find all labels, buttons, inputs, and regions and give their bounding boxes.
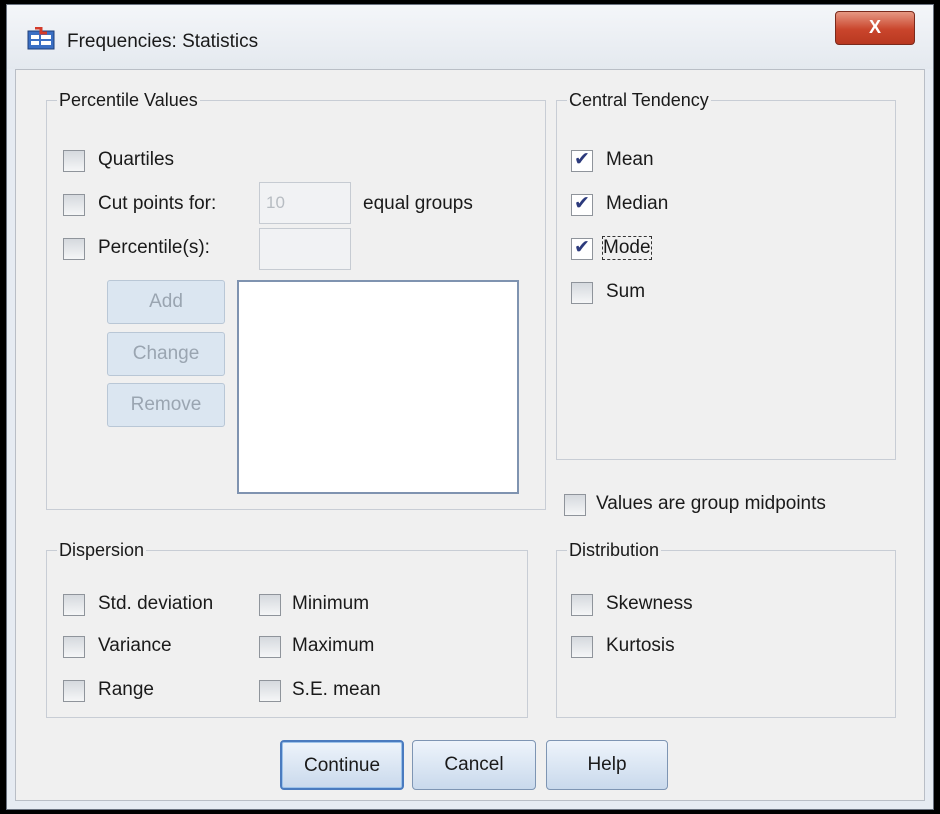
remove-button[interactable]: Remove <box>107 383 225 427</box>
kurtosis-label[interactable]: Kurtosis <box>606 635 675 657</box>
se-mean-label[interactable]: S.E. mean <box>292 679 381 701</box>
variance-label[interactable]: Variance <box>98 635 172 657</box>
add-button[interactable]: Add <box>107 280 225 324</box>
title-bar[interactable]: Frequencies: Statistics X <box>7 5 933 69</box>
kurtosis-checkbox[interactable] <box>571 636 593 658</box>
help-button[interactable]: Help <box>546 740 668 790</box>
distribution-legend: Distribution <box>569 540 660 560</box>
cut-points-label[interactable]: Cut points for: <box>98 193 216 215</box>
minimum-checkbox[interactable] <box>259 594 281 616</box>
window-title: Frequencies: Statistics <box>67 31 259 52</box>
variance-checkbox[interactable] <box>63 636 85 658</box>
app-icon <box>27 27 55 50</box>
dispersion-legend: Dispersion <box>59 540 145 560</box>
skewness-label[interactable]: Skewness <box>606 593 693 615</box>
sum-checkbox[interactable] <box>571 282 593 304</box>
std-deviation-checkbox[interactable] <box>63 594 85 616</box>
percentile-list[interactable] <box>237 280 519 494</box>
cut-points-input[interactable]: 10 <box>259 182 351 224</box>
cut-points-checkbox[interactable] <box>63 194 85 216</box>
se-mean-checkbox[interactable] <box>259 680 281 702</box>
cancel-button[interactable]: Cancel <box>412 740 536 790</box>
equal-groups-label: equal groups <box>363 193 473 214</box>
quartiles-checkbox[interactable] <box>63 150 85 172</box>
close-button[interactable]: X <box>835 11 915 45</box>
range-checkbox[interactable] <box>63 680 85 702</box>
change-button[interactable]: Change <box>107 332 225 376</box>
percentiles-input[interactable] <box>259 228 351 270</box>
dialog-window: Frequencies: Statistics X Percentile Val… <box>6 4 934 810</box>
quartiles-label[interactable]: Quartiles <box>98 149 174 171</box>
continue-button[interactable]: Continue <box>280 740 404 790</box>
mode-label[interactable]: Mode <box>602 236 652 260</box>
minimum-label[interactable]: Minimum <box>292 593 369 615</box>
skewness-checkbox[interactable] <box>571 594 593 616</box>
maximum-checkbox[interactable] <box>259 636 281 658</box>
maximum-label[interactable]: Maximum <box>292 635 374 657</box>
dialog-body: Percentile Values Quartiles Cut points f… <box>15 69 925 801</box>
mean-checkbox[interactable] <box>571 148 593 172</box>
group-midpoints-label[interactable]: Values are group midpoints <box>596 493 826 515</box>
median-checkbox[interactable] <box>571 192 593 216</box>
mode-checkbox[interactable] <box>571 236 593 260</box>
sum-label[interactable]: Sum <box>606 281 645 303</box>
group-midpoints-checkbox[interactable] <box>564 494 586 516</box>
std-deviation-label[interactable]: Std. deviation <box>98 593 213 615</box>
mean-label[interactable]: Mean <box>606 149 654 171</box>
percentile-values-legend: Percentile Values <box>59 90 198 110</box>
central-tendency-group: Central Tendency <box>556 90 896 460</box>
percentiles-label[interactable]: Percentile(s): <box>98 237 210 259</box>
range-label[interactable]: Range <box>98 679 154 701</box>
percentiles-checkbox[interactable] <box>63 238 85 260</box>
median-label[interactable]: Median <box>606 193 668 215</box>
central-tendency-legend: Central Tendency <box>569 90 709 110</box>
distribution-group: Distribution <box>556 540 896 718</box>
